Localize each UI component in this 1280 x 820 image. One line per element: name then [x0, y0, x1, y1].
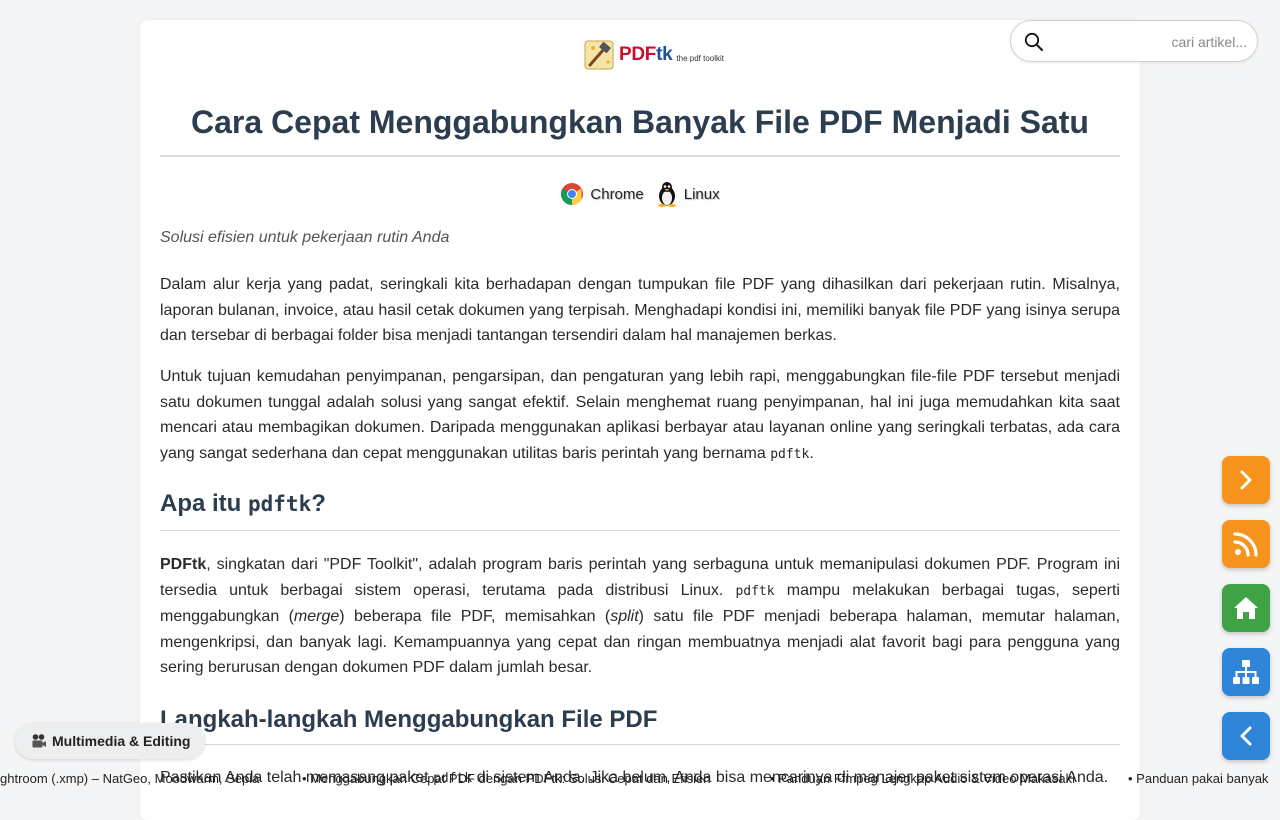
paragraph-text: . [809, 444, 814, 462]
paragraph-purpose: Untuk tujuan kemudahan penyimpanan, peng… [160, 364, 1120, 467]
rss-button[interactable] [1222, 520, 1270, 568]
back-button[interactable] [1222, 712, 1270, 760]
heading-text: Apa itu [160, 490, 248, 517]
tag-linux[interactable]: Linux [656, 181, 720, 207]
paragraph-definition: PDFtk, singkatan dari "PDF Toolkit", ada… [160, 552, 1120, 681]
section-heading-what-is: Apa itu pdftk? [160, 490, 326, 518]
sitemap-button[interactable] [1222, 648, 1270, 696]
section-divider [160, 744, 1120, 745]
inline-code: pdftk [770, 446, 810, 462]
film-camera-icon [32, 734, 46, 748]
article-subtitle: Solusi efisien untuk pekerjaan rutin And… [160, 229, 450, 246]
next-button[interactable] [1222, 456, 1270, 504]
heading-code: pdftk [248, 492, 312, 516]
section-divider [160, 530, 1120, 531]
category-chip[interactable]: Multimedia & Editing [15, 723, 206, 759]
home-icon [1234, 597, 1258, 619]
home-button[interactable] [1222, 584, 1270, 632]
search-box[interactable] [1010, 20, 1258, 62]
logo-wordmark: PDFtk [619, 44, 673, 66]
search-input[interactable] [1055, 29, 1249, 55]
logo-brand-main: PDF [619, 44, 657, 65]
section-heading-steps: Langkah-langkah Menggabungkan File PDF [160, 706, 658, 733]
paragraph-text: Untuk tujuan kemudahan penyimpanan, peng… [160, 368, 1120, 462]
site-logo[interactable]: PDFtk the pdf toolkit [584, 39, 734, 71]
logo-tagline: the pdf toolkit [676, 53, 724, 63]
chevron-left-icon [1240, 726, 1252, 746]
category-label: Multimedia & Editing [52, 733, 191, 749]
ticker-item[interactable]: • Menggabungkan Cepat PDF dengan PDFtk: … [302, 771, 711, 786]
tag-label: Linux [683, 185, 720, 203]
bold-term: PDFtk [160, 556, 207, 573]
linux-tux-icon [657, 182, 676, 207]
article-title: Cara Cepat Menggabungkan Banyak File PDF… [191, 104, 1089, 140]
tag-chrome[interactable]: Chrome [560, 182, 644, 206]
pdftk-logo-icon [584, 40, 614, 70]
article-card: PDFtk the pdf toolkit Cara Cepat Menggab… [140, 20, 1140, 820]
italic-term: split [610, 608, 639, 625]
title-divider [160, 155, 1120, 157]
heading-text: ? [311, 490, 326, 517]
tag-list: Chrome Linux [160, 181, 1120, 207]
inline-code: pdftk [735, 583, 775, 599]
ticker-item[interactable]: • Panduan pakai banyak [1128, 771, 1268, 786]
logo-brand-accent: tk [656, 44, 673, 65]
rss-icon [1233, 532, 1258, 557]
sitemap-icon [1233, 660, 1259, 684]
news-ticker: ghtroom (.xmp) – NatGeo, Moodwarm, Sepia… [0, 771, 1280, 789]
chrome-icon [561, 183, 584, 205]
ticker-item[interactable]: • Panduan Ffmpeg Lengkap Audio & Video M… [770, 771, 1075, 786]
chevron-right-icon [1240, 470, 1252, 490]
search-icon[interactable] [1024, 32, 1044, 52]
paragraph-intro: Dalam alur kerja yang padat, seringkali … [160, 276, 1120, 344]
paragraph-text: ) beberapa file PDF, memisahkan ( [339, 608, 611, 625]
italic-term: merge [293, 608, 340, 625]
tag-label: Chrome [590, 185, 644, 203]
ticker-item[interactable]: ghtroom (.xmp) – NatGeo, Moodwarm, Sepia [0, 771, 259, 786]
